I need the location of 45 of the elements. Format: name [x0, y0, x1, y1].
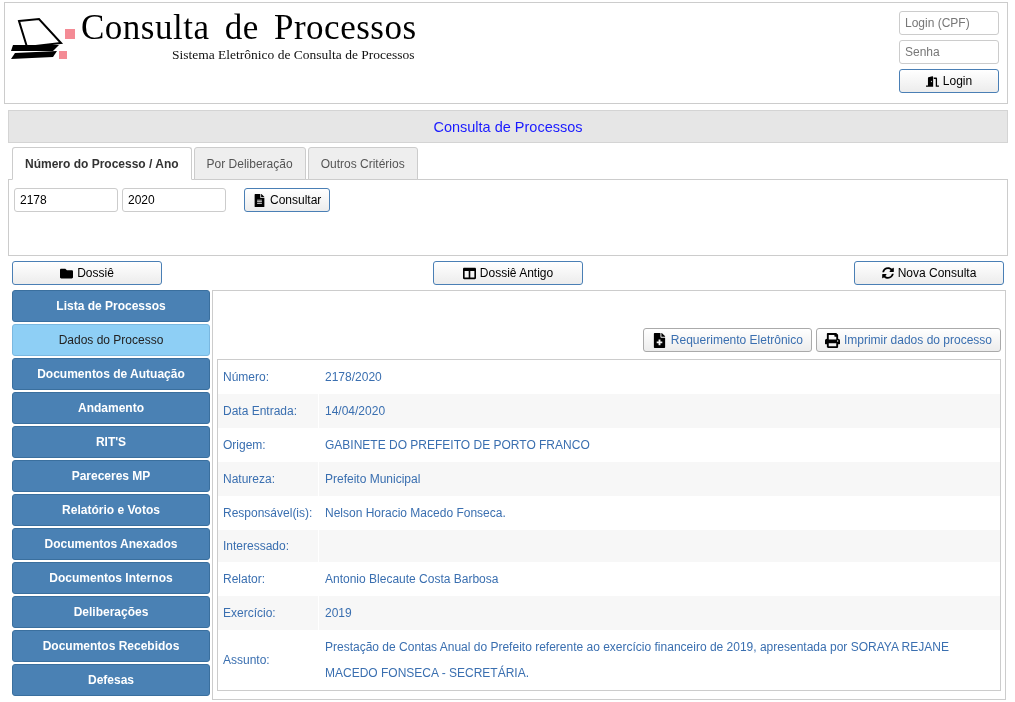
door-icon [925, 74, 939, 88]
field-value: GABINETE DO PREFEITO DE PORTO FRANCO [324, 437, 591, 454]
sidebar-item[interactable]: Documentos Internos [12, 562, 210, 594]
tab[interactable]: Outros Critérios [307, 147, 418, 180]
sidebar-item[interactable]: Defesas [12, 664, 210, 696]
field-value: Nelson Horacio Macedo Fonseca. [324, 505, 507, 522]
field-value: 2178/2020 [324, 369, 383, 386]
folder-icon [60, 266, 74, 280]
field-value: Antonio Blecaute Costa Barbosa [324, 571, 500, 588]
binders-icon [462, 266, 476, 280]
electronic-request-button[interactable]: Requerimento Eletrônico [642, 328, 812, 352]
section-title-bar: Consulta de Processos [8, 110, 1008, 143]
dossier-button[interactable]: Dossiê [12, 261, 162, 285]
field-value: 2019 [324, 605, 353, 622]
sidebar-item[interactable]: Dados do Processo [12, 324, 210, 356]
tab[interactable]: Por Deliberação [193, 147, 306, 180]
sidebar-item[interactable]: Andamento [12, 392, 210, 424]
site-subtitle: Sistema Eletrônico de Consulta de Processos [171, 47, 415, 63]
sidebar-item[interactable]: RIT'S [12, 426, 210, 458]
field-label: Assunto: [218, 630, 319, 690]
tab[interactable]: Número do Processo / Ano [12, 147, 192, 180]
sidebar-item[interactable]: Documentos Recebidos [12, 630, 210, 662]
sidebar-item[interactable]: Documentos Anexados [12, 528, 210, 560]
field-value: 14/04/2020 [324, 403, 387, 420]
site-title: Consulta de Processos [81, 9, 417, 47]
file-plus-icon [651, 332, 667, 348]
process-number-field[interactable]: 2178 [14, 188, 118, 212]
field-value: Prefeito Municipal [324, 471, 422, 488]
old-dossier-button[interactable]: Dossiê Antigo [433, 261, 583, 285]
sidebar-item[interactable]: Documentos de Autuação [12, 358, 210, 390]
sidebar-item[interactable]: Lista de Processos [12, 290, 210, 322]
login-field[interactable]: Login (CPF) [899, 11, 999, 35]
new-search-button[interactable]: Nova Consulta [854, 261, 1004, 285]
login-button[interactable]: Login [899, 69, 999, 93]
print-icon [824, 332, 840, 348]
refresh-icon [881, 267, 894, 279]
print-button[interactable]: Imprimir dados do processo [815, 328, 1001, 352]
sidebar-item[interactable]: Pareceres MP [12, 460, 210, 492]
document-search-icon [253, 193, 266, 207]
sidebar-item[interactable]: Relatório e Votos [12, 494, 210, 526]
field-value: Prestação de Contas Anual do Prefeito referente ao exercício financeiro de 2019, apresentada por SORAYA REJANE MACEDO FONSECA - SECRETÁRIA. [324, 639, 950, 682]
consult-button[interactable]: Consultar [244, 188, 331, 212]
year-field[interactable]: 2020 [122, 188, 226, 212]
sidebar-item[interactable]: Deliberações [12, 596, 210, 628]
password-field[interactable]: Senha [899, 40, 999, 64]
